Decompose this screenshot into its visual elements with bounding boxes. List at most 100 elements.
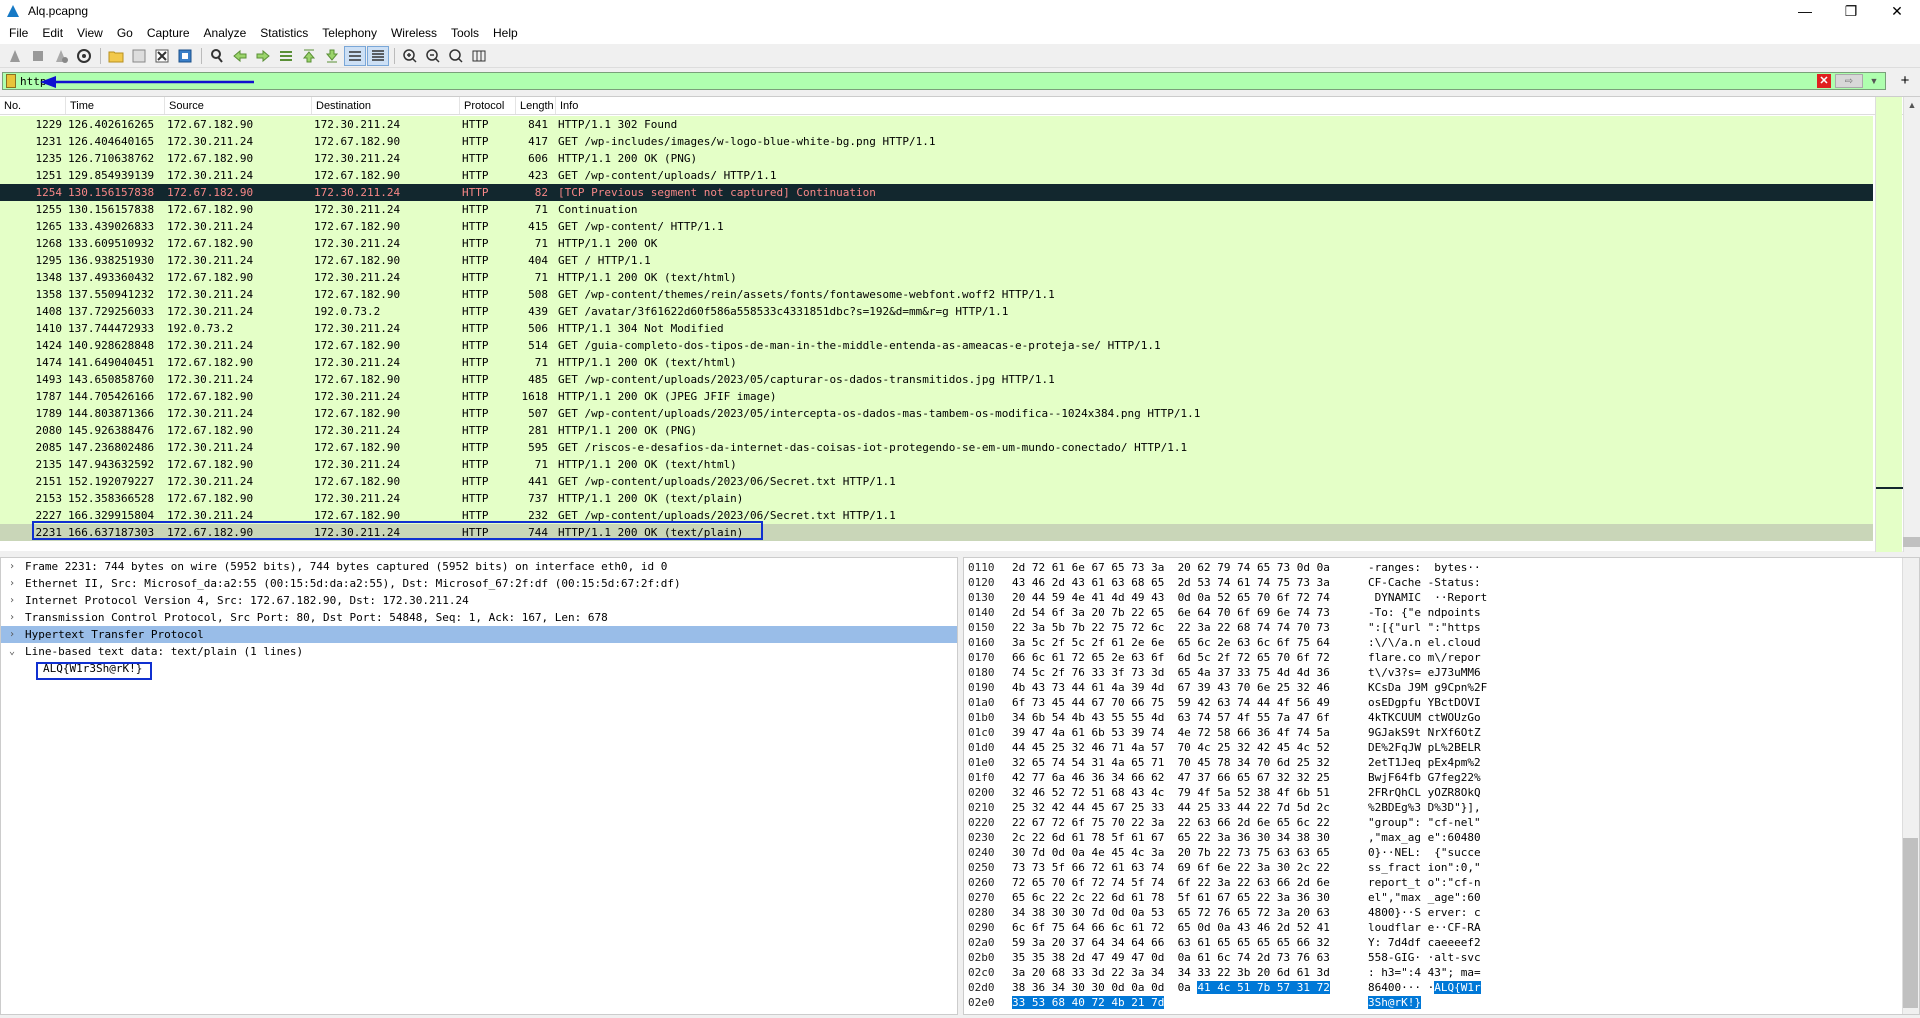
packet-src-cell: 192.0.73.2 bbox=[167, 322, 234, 335]
menu-capture[interactable]: Capture bbox=[140, 22, 197, 44]
packet-row[interactable]: 1229 126.402616265 172.67.182.90 172.30.211… bbox=[0, 116, 1873, 133]
add-filter-button-icon[interactable]: + bbox=[1898, 72, 1912, 90]
detail-tree-item[interactable]: › Frame 2231: 744 bytes on wire (5952 bit… bbox=[1, 558, 957, 575]
packet-row[interactable]: 1235 126.710638762 172.67.182.90 172.30.211… bbox=[0, 150, 1873, 167]
detail-tree-item[interactable]: › Ethernet II, Src: Microsof_da:a2:55 (00… bbox=[1, 575, 957, 592]
apply-filter-icon[interactable]: ⇨ bbox=[1835, 74, 1863, 88]
packet-row[interactable]: 1265 133.439026833 172.30.211.24 172.67.182… bbox=[0, 218, 1873, 235]
scroll-thumb[interactable] bbox=[1903, 838, 1918, 1008]
expand-chevron-icon[interactable]: › bbox=[9, 592, 25, 609]
packet-dst-cell: 172.67.182.90 bbox=[314, 373, 401, 386]
packet-len-cell: 1618 bbox=[521, 390, 549, 403]
packet-row[interactable]: 1787 144.705426166 172.67.182.90 172.30.211… bbox=[0, 388, 1873, 405]
packet-row[interactable]: 1410 137.744472933 192.0.73.2 172.30.211.24… bbox=[0, 320, 1873, 337]
normal-size-icon[interactable] bbox=[445, 46, 467, 66]
column-no[interactable]: No. bbox=[0, 97, 66, 114]
menu-edit[interactable]: Edit bbox=[35, 22, 70, 44]
packet-row[interactable]: 1295 136.938251930 172.30.211.24 172.67.182… bbox=[0, 252, 1873, 269]
stop-capture-icon[interactable] bbox=[27, 46, 49, 66]
bookmark-icon[interactable] bbox=[6, 74, 16, 88]
bytes-offset: 01b0 bbox=[968, 711, 995, 724]
bytes-hex: 4b 43 73 44 61 4a 39 4d 67 39 43 70 6e 2… bbox=[1012, 680, 1330, 695]
packet-row[interactable]: 1255 130.156157838 172.67.182.90 172.30.211… bbox=[0, 201, 1873, 218]
packet-list-scrollbar[interactable]: ▲ bbox=[1903, 97, 1920, 552]
packet-time-cell: 136.938251930 bbox=[68, 254, 155, 267]
save-file-icon[interactable] bbox=[128, 46, 150, 66]
colorize-icon[interactable] bbox=[367, 45, 389, 66]
packet-row[interactable]: 1493 143.650858760 172.30.211.24 172.67.182… bbox=[0, 371, 1873, 388]
bytes-scrollbar[interactable] bbox=[1902, 558, 1919, 1014]
restart-capture-icon[interactable] bbox=[50, 46, 72, 66]
column-info[interactable]: Info bbox=[556, 97, 1920, 114]
expand-chevron-icon[interactable]: › bbox=[9, 558, 25, 575]
column-source[interactable]: Source bbox=[165, 97, 312, 114]
packet-row[interactable]: 1358 137.550941232 172.30.211.24 172.67.182… bbox=[0, 286, 1873, 303]
detail-tree-item[interactable]: ⌄ Line-based text data: text/plain (1 lin… bbox=[1, 643, 957, 660]
menu-tools[interactable]: Tools bbox=[444, 22, 486, 44]
bytes-offset: 0250 bbox=[968, 861, 995, 874]
column-destination[interactable]: Destination bbox=[312, 97, 460, 114]
close-file-icon[interactable] bbox=[151, 46, 173, 66]
go-forward-icon[interactable] bbox=[252, 46, 274, 66]
detail-tree-item[interactable]: › Hypertext Transfer Protocol bbox=[1, 626, 957, 643]
packet-row[interactable]: 1424 140.928628848 172.30.211.24 172.67.182… bbox=[0, 337, 1873, 354]
packet-row[interactable]: 1789 144.803871366 172.30.211.24 172.67.182… bbox=[0, 405, 1873, 422]
zoom-out-icon[interactable] bbox=[422, 46, 444, 66]
packet-len-cell: 514 bbox=[528, 339, 548, 352]
packet-row[interactable]: 1408 137.729256033 172.30.211.24 192.0.73.2… bbox=[0, 303, 1873, 320]
maximize-button[interactable]: ❐ bbox=[1828, 0, 1874, 22]
capture-options-icon[interactable] bbox=[73, 46, 95, 66]
bytes-ascii-plain: flare.co m\/repor bbox=[1368, 651, 1481, 664]
packet-row[interactable]: 1231 126.404640165 172.30.211.24 172.67.182… bbox=[0, 133, 1873, 150]
expand-chevron-icon[interactable]: ⌄ bbox=[9, 643, 25, 660]
packet-len-cell: 71 bbox=[534, 271, 548, 284]
go-to-packet-icon[interactable] bbox=[275, 46, 297, 66]
scroll-up-icon[interactable]: ▲ bbox=[1904, 97, 1920, 114]
menu-view[interactable]: View bbox=[70, 22, 110, 44]
find-packet-icon[interactable] bbox=[206, 46, 228, 66]
column-length[interactable]: Length bbox=[516, 97, 556, 114]
first-packet-icon[interactable] bbox=[298, 46, 320, 66]
packet-row[interactable]: 1254 130.156157838 172.67.182.90 172.30.211… bbox=[0, 184, 1873, 201]
expand-chevron-icon[interactable]: › bbox=[9, 609, 25, 626]
auto-scroll-icon[interactable] bbox=[344, 45, 366, 66]
column-time[interactable]: Time bbox=[66, 97, 165, 114]
resize-columns-icon[interactable] bbox=[468, 46, 490, 66]
menu-help[interactable]: Help bbox=[486, 22, 525, 44]
minimize-button[interactable]: — bbox=[1782, 0, 1828, 22]
column-protocol[interactable]: Protocol bbox=[460, 97, 516, 114]
expand-chevron-icon[interactable]: › bbox=[9, 575, 25, 592]
packet-row[interactable]: 2153 152.358366528 172.67.182.90 172.30.211… bbox=[0, 490, 1873, 507]
packet-row[interactable]: 2151 152.192079227 172.30.211.24 172.67.182… bbox=[0, 473, 1873, 490]
menu-statistics[interactable]: Statistics bbox=[253, 22, 315, 44]
packet-row[interactable]: 1474 141.649040451 172.67.182.90 172.30.211… bbox=[0, 354, 1873, 371]
open-file-icon[interactable] bbox=[105, 46, 127, 66]
last-packet-icon[interactable] bbox=[321, 46, 343, 66]
zoom-in-icon[interactable] bbox=[399, 46, 421, 66]
packet-row[interactable]: 1348 137.493360432 172.67.182.90 172.30.211… bbox=[0, 269, 1873, 286]
menu-go[interactable]: Go bbox=[110, 22, 140, 44]
packet-row[interactable]: 2085 147.236802486 172.30.211.24 172.67.182… bbox=[0, 439, 1873, 456]
chevron-down-icon[interactable]: ▼ bbox=[1867, 74, 1881, 88]
bytes-offset: 0170 bbox=[968, 651, 995, 664]
menu-file[interactable]: File bbox=[2, 22, 35, 44]
start-capture-icon[interactable] bbox=[4, 46, 26, 66]
packet-row[interactable]: 1268 133.609510932 172.67.182.90 172.30.211… bbox=[0, 235, 1873, 252]
menu-analyze[interactable]: Analyze bbox=[197, 22, 254, 44]
packet-row[interactable]: 2080 145.926388476 172.67.182.90 172.30.211… bbox=[0, 422, 1873, 439]
packet-minimap[interactable] bbox=[1875, 97, 1903, 552]
scroll-thumb[interactable] bbox=[1903, 537, 1920, 547]
menu-telephony[interactable]: Telephony bbox=[315, 22, 384, 44]
expand-chevron-icon[interactable]: › bbox=[9, 626, 25, 643]
close-button[interactable]: ✕ bbox=[1874, 0, 1920, 22]
reload-file-icon[interactable] bbox=[174, 46, 196, 66]
detail-tree-item[interactable]: › Transmission Control Protocol, Src Port… bbox=[1, 609, 957, 626]
packet-row[interactable]: 1251 129.854939139 172.30.211.24 172.67.182… bbox=[0, 167, 1873, 184]
detail-tree-item[interactable]: › Internet Protocol Version 4, Src: 172.6… bbox=[1, 592, 957, 609]
go-back-icon[interactable] bbox=[229, 46, 251, 66]
packet-time-cell: 129.854939139 bbox=[68, 169, 155, 182]
menu-wireless[interactable]: Wireless bbox=[384, 22, 444, 44]
packet-row[interactable]: 2135 147.943632592 172.67.182.90 172.30.211… bbox=[0, 456, 1873, 473]
display-filter-input[interactable]: http ✕ ⇨ ▼ bbox=[2, 72, 1886, 90]
clear-filter-icon[interactable]: ✕ bbox=[1817, 74, 1831, 88]
